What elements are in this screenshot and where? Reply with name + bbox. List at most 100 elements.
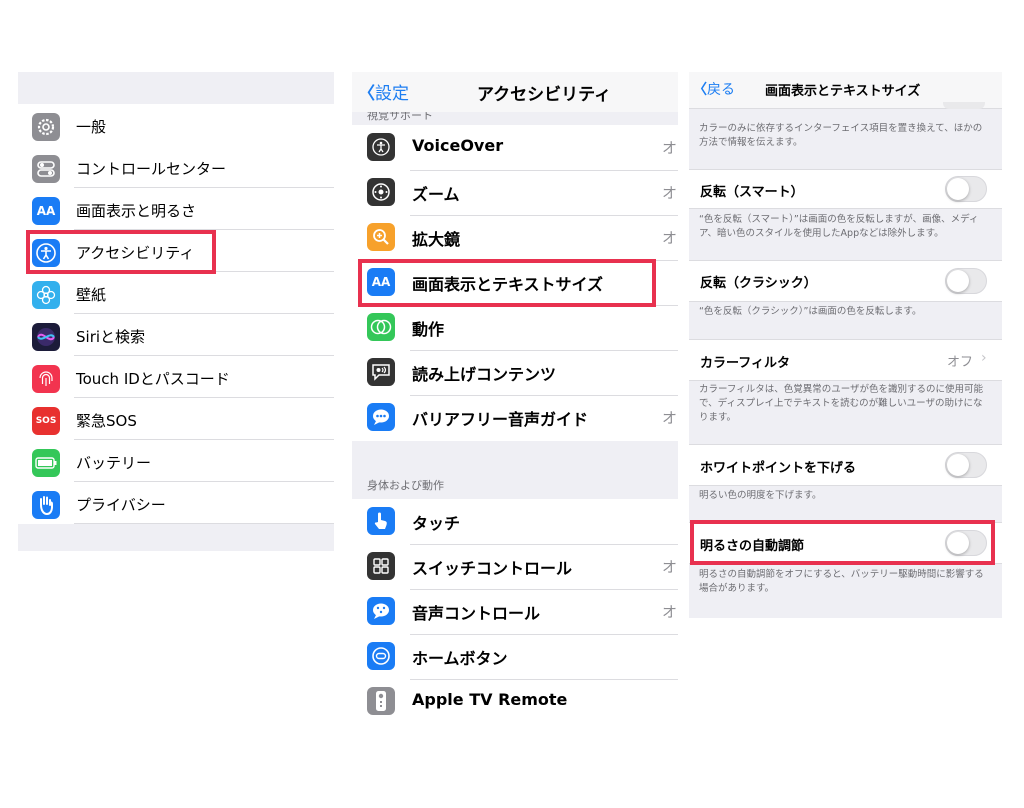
list-item-motion[interactable]: 動作 [352,305,678,350]
settings-item-privacy[interactable]: プライバシー [18,482,334,524]
list-item-switch-control[interactable]: スイッチコントロール オ [352,544,678,589]
switch-grid-icon [367,552,395,580]
list-item-label: タッチ [412,514,461,533]
gear-icon [32,113,60,141]
section-header: 身体および動作 [367,479,444,492]
page-title: アクセシビリティ [477,85,612,105]
settings-item-label: 緊急SOS [76,412,137,430]
accessibility-panel: 〈設定 アクセシビリティ 視覚サポート VoiceOver オ ズーム オ 拡大… [352,72,678,724]
item-value: オ [662,184,678,202]
list-item-label: 音声コントロール [412,604,541,623]
fingerprint-icon [32,365,60,393]
voiceover-icon [367,133,395,161]
list-item-home-button[interactable]: ホームボタン [352,634,678,679]
battery-icon [32,449,60,477]
list-item-label: スイッチコントロール [412,559,573,578]
settings-item-label: Siriと検索 [76,328,146,346]
settings-item-siri[interactable]: Siriと検索 [18,314,334,356]
page-title: 画面表示とテキストサイズ [765,84,921,99]
sos-icon: SOS [32,407,60,435]
settings-item-general[interactable]: 一般 [18,104,334,146]
setting-row-smart-invert[interactable]: 反転（スマート） [689,169,1002,209]
footnote: カラーのみに依存するインターフェイス項目を置き換えて、ほかの方法で情報を伝えます… [699,123,983,148]
toggles-icon [32,155,60,183]
list-item-label: 拡大鏡 [412,230,461,249]
chevron-left-icon: 〈 [693,82,707,98]
list-item-label: ズーム [412,185,460,204]
back-button[interactable]: 〈戻る [693,79,735,99]
list-item-spoken-content[interactable]: 読み上げコンテンツ [352,350,678,395]
list-item-magnifier[interactable]: 拡大鏡 オ [352,215,678,260]
settings-item-label: 画面表示と明るさ [76,202,197,220]
list-item-touch[interactable]: タッチ [352,499,678,544]
settings-item-label: コントロールセンター [76,160,227,178]
magnifier-icon [367,223,395,251]
settings-item-battery[interactable]: バッテリー [18,440,334,482]
hand-icon [32,491,60,519]
list-item-voice-control[interactable]: 音声コントロール オ [352,589,678,634]
settings-item-wallpaper[interactable]: 壁紙 [18,272,334,314]
white-point-toggle[interactable] [945,452,987,478]
highlight-box [690,520,995,565]
footnote: “色を反転（クラシック）”は画面の色を反転します。 [699,306,922,317]
audio-description-icon [367,403,395,431]
settings-item-touch-id[interactable]: Touch IDとパスコード [18,356,334,398]
setting-label: 反転（クラシック） [700,276,817,291]
classic-invert-toggle[interactable] [945,268,987,294]
setting-label: カラーフィルタ [700,356,790,371]
list-item-voiceover[interactable]: VoiceOver オ [352,125,678,170]
list-item-zoom[interactable]: ズーム オ [352,170,678,215]
setting-row-classic-invert[interactable]: 反転（クラシック） [689,260,1002,302]
footnote: 明るい色の明度を下げます。 [699,490,822,501]
list-item-label: Apple TV Remote [412,690,568,709]
list-item-label: VoiceOver [412,136,504,155]
back-label: 設定 [375,84,409,104]
footnote: 明るさの自動調節をオフにすると、バッテリー駆動時間に影響する場合があります。 [699,569,984,594]
settings-item-emergency-sos[interactable]: SOS 緊急SOS [18,398,334,440]
motion-icon [367,313,395,341]
toggle-knob [947,270,969,292]
item-value: オ [662,229,678,247]
back-label: 戻る [707,82,735,98]
item-value: オ [662,139,678,157]
list-item-label: 動作 [412,320,445,339]
home-button-icon [367,642,395,670]
flower-icon [32,281,60,309]
setting-label: ホワイトポイントを下げる [700,461,857,476]
list-item-label: 読み上げコンテンツ [412,365,557,384]
toggle-partial [943,102,985,109]
setting-row-white-point[interactable]: ホワイトポイントを下げる [689,444,1002,486]
settings-item-label: 壁紙 [76,286,107,304]
remote-icon [367,687,395,715]
toggle-knob [947,454,969,476]
setting-value: オフ [947,355,974,370]
chevron-left-icon: 〈 [358,84,375,104]
settings-item-label: 一般 [76,118,107,136]
footnote: カラーフィルタは、色覚異常のユーザが色を識別するのに使用可能で、ディスプレイ上で… [699,384,984,423]
setting-row-color-filter[interactable]: カラーフィルタ オフ › [689,339,1002,381]
settings-item-display[interactable]: AA 画面表示と明るさ [18,188,334,230]
settings-panel: 一般 コントロールセンター AA 画面表示と明るさ アクセシビリティ 壁紙 Si… [18,72,334,551]
settings-item-control-center[interactable]: コントロールセンター [18,146,334,188]
settings-item-label: プライバシー [76,496,166,514]
list-item-audio-descriptions[interactable]: バリアフリー音声ガイド オ [352,395,678,440]
toggle-knob [947,178,969,200]
item-value: オ [662,603,678,621]
footnote: “色を反転（スマート）”は画面の色を反転しますが、画像、メディア、暗い色のスタイ… [699,214,979,239]
touch-icon [367,507,395,535]
item-value: オ [662,409,678,427]
display-text-size-panel: 〈戻る 画面表示とテキストサイズ カラーのみに依存するインターフェイス項目を置き… [689,72,1002,618]
setting-label: 反転（スマート） [700,185,804,200]
list-item-label: ホームボタン [412,649,508,668]
settings-item-label: Touch IDとパスコード [76,370,230,388]
list-item-label: バリアフリー音声ガイド [412,410,589,429]
smart-invert-toggle[interactable] [945,176,987,202]
list-item-apple-tv-remote[interactable]: Apple TV Remote [352,679,678,724]
back-button[interactable]: 〈設定 [358,79,409,104]
item-value: オ [662,558,678,576]
voice-control-icon [367,597,395,625]
zoom-icon [367,178,395,206]
chevron-right-icon: › [981,350,987,366]
highlight-box [358,259,656,307]
text-size-icon: AA [32,197,60,225]
